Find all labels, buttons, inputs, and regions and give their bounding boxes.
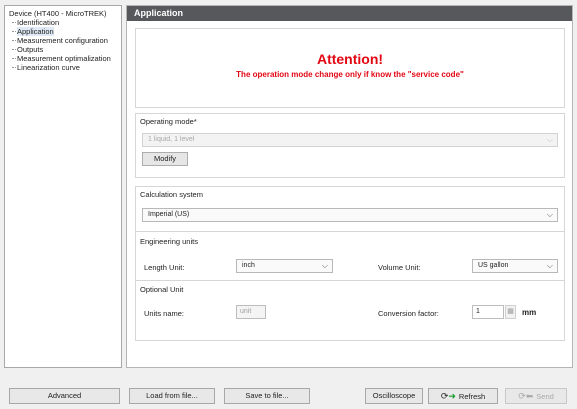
tree-item-label: Identification: [17, 18, 60, 27]
chevron-down-icon: ⌵: [546, 210, 553, 219]
save-to-file-button[interactable]: Save to file...: [224, 388, 310, 404]
units-name-input[interactable]: unit: [236, 305, 266, 319]
length-unit-select[interactable]: inch ⌵: [236, 259, 333, 273]
operating-mode-select[interactable]: 1 liquid, 1 level ⌵: [142, 133, 558, 147]
conversion-unit-label: mm: [522, 308, 537, 317]
units-name-label: Units name:: [144, 309, 185, 318]
calculation-system-select[interactable]: Imperial (US) ⌵: [142, 208, 558, 222]
tree-item-measurement-optimalization[interactable]: Measurement optimalization: [9, 54, 117, 63]
refresh-label: Refresh: [458, 392, 486, 401]
modify-button[interactable]: Modify: [142, 152, 188, 166]
tree-item-label: Outputs: [17, 45, 44, 54]
calculator-icon[interactable]: ▦: [505, 305, 516, 319]
tree-item-label: Measurement configuration: [17, 36, 108, 45]
length-unit-label: Length Unit:: [144, 263, 185, 272]
send-button[interactable]: ⟳⬅ Send: [505, 388, 567, 404]
tree-item-outputs[interactable]: Outputs: [9, 45, 117, 54]
engineering-units-title: Engineering units: [140, 237, 198, 246]
section-divider: [136, 280, 564, 281]
chevron-down-icon: ⌵: [546, 135, 553, 144]
send-arrow-icon: ⟳⬅: [518, 391, 534, 401]
tree-root-device[interactable]: Device (HT400 - MicroTREK): [9, 9, 117, 18]
operating-mode-title: Operating mode*: [140, 117, 197, 126]
conversion-factor-input[interactable]: 1: [472, 305, 504, 319]
section-divider: [136, 231, 564, 232]
operating-mode-value: 1 liquid, 1 level: [148, 136, 195, 143]
volume-unit-select[interactable]: US gallon ⌵: [472, 259, 558, 273]
navigation-tree[interactable]: Device (HT400 - MicroTREK) Identificatio…: [4, 5, 122, 368]
attention-title: Attention!: [316, 51, 384, 67]
tree-item-label: Linearization curve: [17, 63, 80, 72]
refresh-button[interactable]: ⟳➜ Refresh: [428, 388, 498, 404]
chevron-down-icon: ⌵: [321, 261, 328, 270]
calculation-system-group: Calculation system Imperial (US) ⌵ Engin…: [135, 186, 565, 341]
operating-mode-group: Operating mode* 1 liquid, 1 level ⌵ Modi…: [135, 113, 565, 178]
attention-box: Attention! The operation mode change onl…: [135, 28, 565, 108]
tree-item-identification[interactable]: Identification: [9, 18, 117, 27]
tree-item-application[interactable]: Application: [9, 27, 117, 36]
application-panel: Application Attention! The operation mod…: [126, 5, 573, 368]
attention-message: The operation mode change only if know t…: [236, 70, 464, 79]
send-label: Send: [536, 392, 554, 401]
length-unit-value: inch: [242, 262, 255, 269]
calculation-system-value: Imperial (US): [148, 211, 190, 218]
tree-item-linearization-curve[interactable]: Linearization curve: [9, 63, 117, 72]
oscilloscope-button[interactable]: Oscilloscope: [365, 388, 423, 404]
optional-unit-title: Optional Unit: [140, 285, 184, 294]
load-from-file-button[interactable]: Load from file...: [129, 388, 215, 404]
panel-header: Application: [127, 6, 572, 21]
tree-item-label: Application: [17, 27, 54, 36]
tree-item-measurement-configuration[interactable]: Measurement configuration: [9, 36, 117, 45]
chevron-down-icon: ⌵: [546, 261, 553, 270]
conversion-factor-value: 1: [476, 308, 480, 315]
refresh-arrow-icon: ⟳➜: [440, 391, 456, 401]
tree-item-label: Measurement optimalization: [17, 54, 111, 63]
volume-unit-label: Volume Unit:: [378, 263, 421, 272]
volume-unit-value: US gallon: [478, 262, 509, 269]
units-name-placeholder: unit: [240, 308, 252, 315]
advanced-button[interactable]: Advanced: [9, 388, 120, 404]
calculation-system-title: Calculation system: [140, 190, 203, 199]
conversion-factor-label: Conversion factor:: [378, 309, 439, 318]
